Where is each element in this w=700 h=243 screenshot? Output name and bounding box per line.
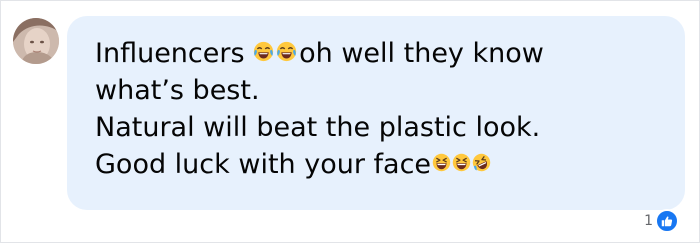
comment-text-segment: Influencers xyxy=(95,38,254,69)
comment-body: Influencers oh well they know what’s bes… xyxy=(95,35,544,183)
reaction-count: 1 xyxy=(644,213,653,229)
joy-emoji-icon xyxy=(276,41,297,62)
comment-line-2: what’s best. xyxy=(95,75,260,106)
grinning-squinting-emoji-icon xyxy=(452,153,471,172)
comment-text-segment: Good luck with your face xyxy=(95,149,432,180)
comment-text-segment: oh well they know xyxy=(299,38,544,69)
joy-emoji-icon xyxy=(253,41,274,62)
comment-line-3: Natural will beat the plastic look. xyxy=(95,112,541,143)
rofl-emoji-icon xyxy=(472,153,491,172)
comment-line-4: Good luck with your face xyxy=(95,146,544,183)
comment-bubble: Influencers oh well they know what’s bes… xyxy=(67,16,685,210)
avatar[interactable] xyxy=(13,18,59,64)
reaction-summary[interactable]: 1 xyxy=(644,209,679,233)
grinning-squinting-emoji-icon xyxy=(432,153,451,172)
comment-line-1: Influencers oh well they know xyxy=(95,35,544,72)
avatar-photo xyxy=(13,18,59,64)
comment-card: Influencers oh well they know what’s bes… xyxy=(0,0,700,243)
like-thumb-icon xyxy=(655,209,679,233)
